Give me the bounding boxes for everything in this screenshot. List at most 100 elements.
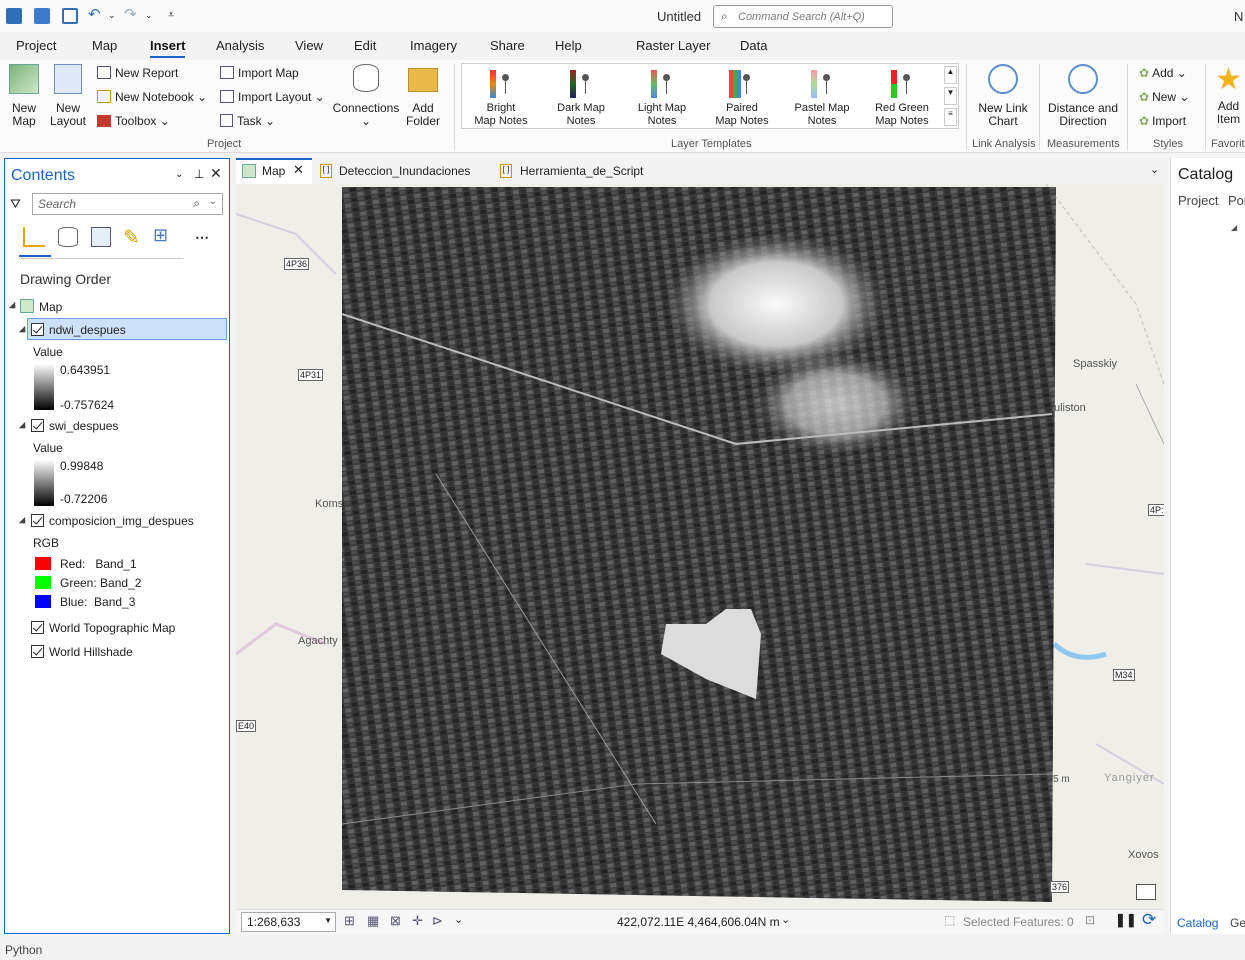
tab-data[interactable]: Data	[740, 38, 767, 53]
close-tab-icon[interactable]: ✕	[293, 162, 304, 178]
expand-icon[interactable]: ◢	[1231, 223, 1237, 232]
template-light-map-notes[interactable]: Light Map Notes	[626, 68, 698, 128]
layer-visibility-checkbox[interactable]	[31, 419, 44, 432]
command-search-input[interactable]: ⌕ Command Search (Alt+Q)	[713, 5, 893, 28]
redo-dropdown-icon[interactable]: ⌄	[145, 10, 161, 26]
map-view[interactable]: 4P36 4P31 Koms Agachty E40 Spasskiy ulis…	[236, 184, 1164, 909]
grid-icon[interactable]: ▦	[367, 913, 379, 929]
scale-dropdown[interactable]: 1:268,633 ▼	[241, 912, 336, 932]
catalog-tab-portal[interactable]: Por	[1228, 193, 1245, 208]
layer-visibility-checkbox[interactable]	[31, 621, 44, 634]
template-red-green-map-notes[interactable]: Red Green Map Notes	[866, 68, 938, 128]
tab-map[interactable]: Map	[92, 38, 117, 53]
new-notebook-button[interactable]: New Notebook ⌄	[97, 90, 207, 104]
styles-new-button[interactable]: ✿ New ⌄	[1139, 90, 1189, 104]
save-icon[interactable]	[62, 8, 78, 24]
list-by-editing-icon[interactable]: ✎	[123, 225, 140, 250]
layer-visibility-checkbox[interactable]	[31, 645, 44, 658]
project-icon[interactable]	[6, 8, 22, 24]
map-tips-icon[interactable]	[1136, 884, 1156, 900]
new-map-button[interactable]: New Map	[6, 64, 42, 128]
pin-icon[interactable]: ⊥	[194, 167, 204, 181]
search-options-icon[interactable]: ⌄	[209, 196, 217, 207]
filter-icon[interactable]: ⛛	[10, 196, 21, 212]
new-layout-button[interactable]: New Layout	[46, 64, 90, 128]
toolbox-button[interactable]: Toolbox ⌄	[97, 114, 170, 128]
expand-map-icon[interactable]	[8, 301, 16, 309]
tab-map-label[interactable]: Map	[262, 164, 285, 178]
more-options-icon[interactable]: ⋯	[195, 229, 209, 246]
pause-drawing-icon[interactable]: ❚❚	[1115, 912, 1137, 928]
styles-add-button[interactable]: ✿ Add ⌄	[1139, 66, 1187, 80]
customize-qat-icon[interactable]: ⩡	[168, 9, 184, 25]
new-link-chart-button[interactable]: New Link Chart	[972, 64, 1034, 128]
layer-name[interactable]: World Hillshade	[49, 645, 133, 659]
tab-insert[interactable]: Insert	[150, 38, 186, 58]
add-folder-button[interactable]: Add Folder	[404, 64, 442, 128]
task-button[interactable]: Task ⌄	[220, 114, 275, 128]
gallery-scroll-down-icon[interactable]: ▼	[944, 87, 957, 105]
ribbon: New Map New Layout New Report New Notebook…	[0, 60, 1245, 153]
layer-visibility-checkbox[interactable]	[31, 323, 44, 336]
tab-share[interactable]: Share	[490, 38, 525, 53]
expand-layer-icon[interactable]	[18, 516, 26, 524]
tab-edit[interactable]: Edit	[354, 38, 376, 53]
tabs-overflow-icon[interactable]: ⌄	[1150, 163, 1159, 176]
layer-name[interactable]: composicion_img_despues	[49, 514, 194, 528]
python-bar[interactable]: Python	[0, 940, 1245, 960]
template-pastel-map-notes[interactable]: Pastel Map Notes	[786, 68, 858, 128]
expand-layer-icon[interactable]	[18, 325, 26, 333]
basemap	[236, 184, 1164, 902]
list-by-snapping-icon[interactable]: ⊞	[153, 225, 168, 246]
navigation-icon[interactable]: ✛	[412, 913, 423, 929]
tab-help[interactable]: Help	[555, 38, 582, 53]
open-folder-icon[interactable]	[34, 8, 50, 24]
gallery-expand-icon[interactable]: ≡	[944, 108, 957, 126]
contents-search-input[interactable]: Search ⌕ ⌄	[32, 193, 223, 215]
map-node-label[interactable]: Map	[39, 300, 62, 314]
distance-direction-button[interactable]: Distance and Direction	[1045, 64, 1121, 128]
styles-import-button[interactable]: ✿ Import	[1139, 114, 1186, 128]
list-by-selection-icon[interactable]	[91, 227, 111, 247]
template-dark-map-notes[interactable]: Dark Map Notes	[545, 68, 617, 128]
tab-analysis[interactable]: Analysis	[216, 38, 264, 53]
expand-layer-icon[interactable]	[18, 421, 26, 429]
layer-name[interactable]: World Topographic Map	[49, 621, 175, 635]
clear-selection-icon[interactable]: ⊡	[1085, 913, 1095, 927]
list-by-source-icon[interactable]	[58, 227, 78, 247]
new-report-button[interactable]: New Report	[97, 66, 178, 80]
refresh-icon[interactable]: ⟳	[1142, 910, 1156, 930]
catalog-bottom-tab[interactable]: Catalog	[1177, 916, 1218, 930]
tab-raster-layer[interactable]: Raster Layer	[636, 38, 710, 53]
template-bright-map-notes[interactable]: Bright Map Notes	[465, 68, 537, 128]
database-icon	[353, 64, 379, 92]
undo-dropdown-icon[interactable]: ⌄	[108, 10, 124, 26]
catalog-bottom-tab-ge[interactable]: Ge	[1230, 916, 1245, 930]
layer-name[interactable]: swi_despues	[49, 419, 118, 433]
tab-project[interactable]: Project	[16, 38, 56, 53]
redo-icon[interactable]: ↷	[124, 5, 140, 23]
scale-lock-icon[interactable]: ⊞	[344, 913, 355, 929]
connections-button[interactable]: Connections ⌄	[332, 64, 400, 128]
tab-deteccion[interactable]: Deteccion_Inundaciones	[339, 164, 470, 178]
layer-name[interactable]: ndwi_despues	[49, 323, 126, 337]
chevron-down-icon[interactable]: ⌄	[454, 913, 463, 926]
coordinates-format-icon[interactable]: ⌄	[781, 913, 790, 926]
template-paired-map-notes[interactable]: Paired Map Notes	[706, 68, 778, 128]
search-icon[interactable]: ⌕	[193, 196, 200, 211]
gallery-scroll-up-icon[interactable]: ▲	[944, 66, 957, 84]
tab-imagery[interactable]: Imagery	[410, 38, 457, 53]
import-map-button[interactable]: Import Map	[220, 66, 299, 80]
list-by-drawing-order-icon[interactable]	[23, 227, 45, 247]
snapping-icon[interactable]: ⊠	[390, 913, 401, 929]
tab-herramienta[interactable]: Herramienta_de_Script	[520, 164, 643, 178]
tab-view[interactable]: View	[295, 38, 323, 53]
catalog-tab-project[interactable]: Project	[1178, 193, 1218, 208]
add-item-button[interactable]: ★ Add Item	[1212, 64, 1245, 126]
pane-options-icon[interactable]: ⌄	[175, 169, 183, 180]
import-layout-button[interactable]: Import Layout ⌄	[220, 90, 325, 104]
layer-visibility-checkbox[interactable]	[31, 514, 44, 527]
undo-icon[interactable]: ↶	[88, 5, 104, 23]
rotation-icon[interactable]: ⊳	[432, 913, 443, 929]
close-icon[interactable]: ✕	[210, 165, 222, 182]
